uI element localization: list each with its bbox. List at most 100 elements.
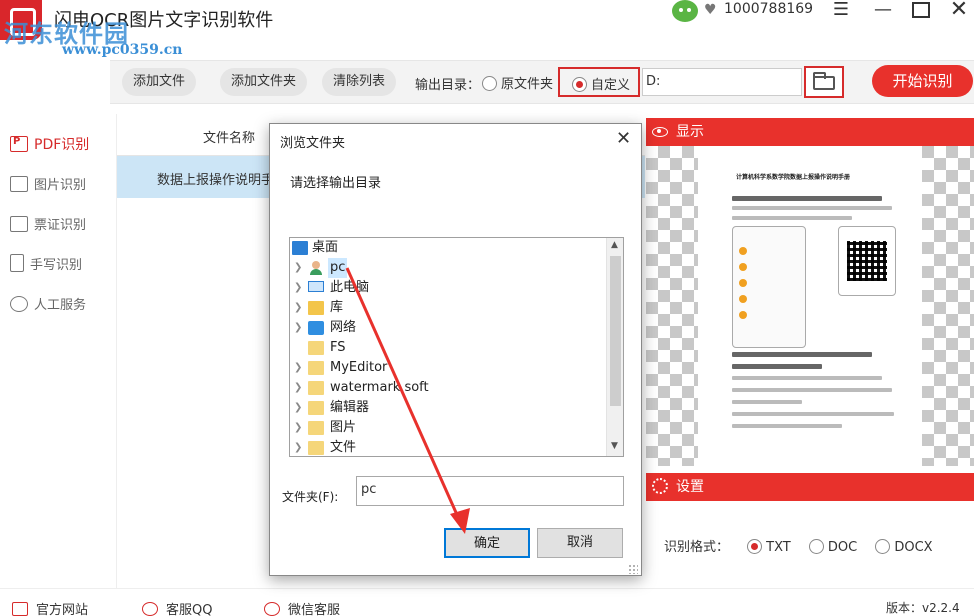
computer-icon [308,281,324,292]
doc-line [732,412,894,416]
resize-grip-icon[interactable] [628,564,638,574]
footer: 官方网站 客服QQ 微信客服 版本：v2.2.4 [0,588,974,616]
menu-icon[interactable]: ☰ [826,0,856,22]
dialog-title: 浏览文件夹 [280,136,346,151]
doc-line [732,388,892,392]
footer-wechat-link[interactable]: 微信客服 [264,599,340,616]
settings-header-label: 设置 [676,479,704,495]
chevron-right-icon[interactable]: ❯ [294,318,304,338]
folder-icon [308,421,324,435]
tree-label: pc [328,258,348,278]
gear-icon [652,478,668,494]
scroll-down-icon[interactable]: ▼ [611,441,618,451]
format-doc-label: DOC [827,540,858,555]
eye-icon [652,127,668,137]
folder-tree[interactable]: 桌面 ❯ pc ❯ 此电脑 ❯ 库 ❯ 网络 FS ❯ MyEditor ❯ waterma… [289,237,624,457]
chevron-right-icon[interactable]: ❯ [294,298,304,318]
maximize-icon[interactable] [906,0,936,22]
radio-original-label: 原文件夹 [501,77,554,92]
chevron-right-icon[interactable]: ❯ [294,258,304,278]
doc-line [732,352,872,357]
title-bar: 闪电OCR图片文字识别软件 河东软件园 www.pc0359.cn ♥ 1000… [0,0,974,60]
folder-icon [308,441,324,455]
user-icon [308,261,324,275]
chevron-right-icon[interactable]: ❯ [294,378,304,398]
format-txt[interactable]: TXT [747,539,791,555]
footer-wechat-label: 微信客服 [288,603,341,616]
ok-button[interactable]: 确定 [444,528,530,558]
format-doc[interactable]: DOC [808,539,858,555]
chevron-right-icon[interactable]: ❯ [294,358,304,378]
tree-label: 网络 [330,320,357,335]
image-icon [10,176,28,192]
browse-folder-button[interactable] [804,66,844,98]
folder-icon [813,72,835,90]
sidebar-item-image[interactable]: 图片识别 [10,174,86,198]
sidebar-item-ticket[interactable]: 票证识别 [10,214,86,238]
desktop-icon [292,241,308,255]
cancel-button[interactable]: 取消 [537,528,623,558]
radio-icon [572,77,587,92]
sidebar-item-label: 图片识别 [34,178,87,193]
footer-qq-link[interactable]: 客服QQ [142,599,212,616]
network-icon [308,321,324,335]
footer-website-label: 官方网站 [36,603,89,616]
sidebar-item-label: 人工服务 [34,298,87,313]
footer-website-link[interactable]: 官方网站 [12,599,88,616]
start-recognition-button[interactable]: 开始识别 [872,65,973,97]
radio-icon [875,539,891,554]
output-path-input[interactable]: D: [642,68,802,96]
scroll-thumb[interactable] [610,256,621,406]
radio-original-folder[interactable]: 原文件夹 [482,73,553,92]
folder-name-input[interactable]: pc [356,476,624,506]
tree-label: 库 [330,300,344,315]
add-folder-button[interactable]: 添加文件夹 [220,68,308,96]
watermark-url: www.pc0359.cn [62,42,183,58]
radio-icon [482,76,497,91]
pdf-icon [10,136,28,152]
format-label: 识别格式： [664,540,730,555]
format-options: 识别格式： TXT DOC DOCX [664,536,933,555]
radio-icon [747,539,763,554]
chevron-right-icon[interactable]: ❯ [294,278,304,298]
radio-custom[interactable]: 自定义 [558,67,640,97]
close-icon[interactable]: ✕ [944,0,974,22]
doc-phone-image [732,226,806,348]
sidebar-item-label: 手写识别 [30,258,83,273]
folder-icon [308,381,324,395]
chevron-right-icon[interactable]: ❯ [294,398,304,418]
folder-icon [308,361,324,375]
chevron-right-icon[interactable]: ❯ [294,438,304,456]
sidebar-item-label: 票证识别 [34,218,87,233]
preview-header-label: 显示 [676,124,704,140]
tree-label: MyEditor [330,360,388,375]
dialog-close-icon[interactable]: ✕ [616,128,631,149]
radio-icon [808,539,824,554]
doc-line [732,364,822,369]
heart-icon: ♥ [704,2,717,18]
sidebar-item-pdf[interactable]: PDF识别 [10,134,89,158]
version-label: 版本：v2.2.4 [886,601,960,615]
smile-icon [10,296,28,312]
tree-scrollbar[interactable]: ▲ ▼ [606,238,623,456]
format-docx[interactable]: DOCX [875,539,933,555]
browse-folder-dialog: 浏览文件夹 ✕ 请选择输出目录 桌面 ❯ pc ❯ 此电脑 ❯ 库 ❯ 网络 FS ❯ M… [269,123,642,576]
folder-icon [308,341,324,355]
clear-list-button[interactable]: 清除列表 [322,68,397,96]
tree-label: 此电脑 [330,280,370,295]
folder-field-label: 文件夹(F): [282,490,339,504]
preview-document[interactable]: 计算机科学系数学院数据上报操作说明手册 [698,146,922,466]
wechat-icon[interactable] [672,0,698,22]
sidebar: PDF识别 图片识别 票证识别 手写识别 人工服务 [0,104,110,588]
add-file-button[interactable]: 添加文件 [122,68,197,96]
chevron-right-icon[interactable]: ❯ [294,418,304,438]
scroll-up-icon[interactable]: ▲ [611,240,618,250]
minimize-icon[interactable]: — [868,0,898,22]
qq-icon [142,602,158,616]
column-file-name[interactable]: 文件名称 [203,127,255,146]
tree-label: 桌面 [312,240,339,255]
sidebar-item-handwriting[interactable]: 手写识别 [10,254,82,278]
sidebar-item-service[interactable]: 人工服务 [10,294,86,318]
sidebar-item-label: PDF识别 [34,137,90,153]
id-card-icon [10,216,28,232]
